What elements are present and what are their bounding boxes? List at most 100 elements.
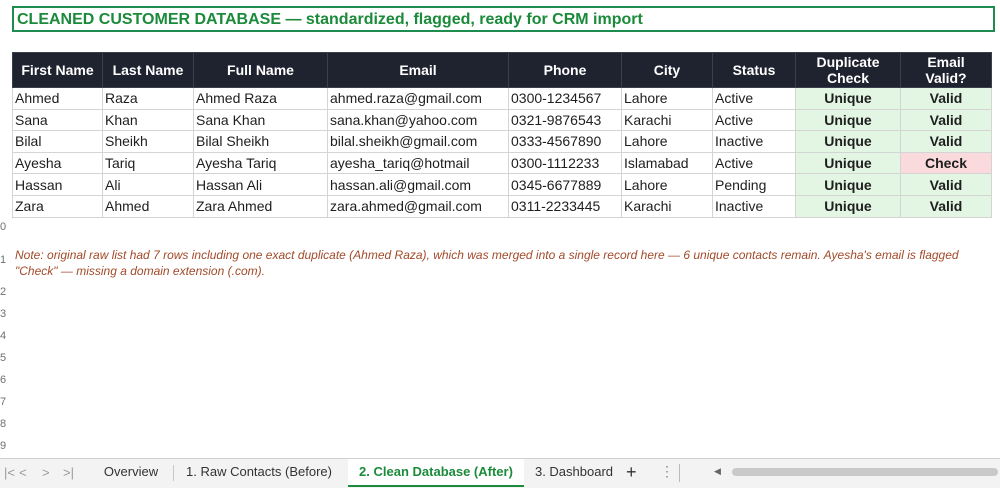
column-header-label: Full Name <box>227 62 294 78</box>
table-cell[interactable]: ayesha_tariq@hotmail <box>327 151 509 175</box>
table-cell[interactable]: Sheikh <box>102 130 194 153</box>
column-header[interactable]: Email Valid? <box>900 52 992 88</box>
column-header[interactable]: Phone <box>508 52 622 88</box>
tab-raw-contacts[interactable]: 1. Raw Contacts (Before) <box>178 459 340 487</box>
table-cell[interactable]: Valid <box>900 173 992 196</box>
column-header-label-line2: Check <box>826 70 870 86</box>
table-cell[interactable]: Khan <box>102 108 194 132</box>
table-cell[interactable]: 0333-4567890 <box>508 130 622 153</box>
title-cell[interactable]: CLEANED CUSTOMER DATABASE — standardized… <box>12 6 995 32</box>
row-number[interactable]: 4 <box>0 330 11 342</box>
table-cell[interactable]: 0300-1112233 <box>508 151 622 175</box>
tab-scroll-dots-icon: ⋮ <box>660 463 674 479</box>
table-cell[interactable]: Unique <box>795 194 901 218</box>
sheet-title: CLEANED CUSTOMER DATABASE — standardized… <box>17 11 643 28</box>
row-number[interactable]: 6 <box>0 374 11 386</box>
table-cell[interactable]: 0321-9876543 <box>508 108 622 132</box>
spreadsheet-area[interactable]: 0 1 2 3 4 5 6 7 8 9 CLEANED CUSTOMER DATABASE — s… <box>0 0 1000 458</box>
table-cell[interactable]: Check <box>900 151 992 175</box>
table-cell[interactable]: Inactive <box>712 130 796 153</box>
row-number[interactable]: 5 <box>0 352 11 364</box>
table-cell[interactable]: Ali <box>102 173 194 196</box>
table-cell[interactable]: Unique <box>795 108 901 132</box>
tab-splitter[interactable] <box>679 464 680 482</box>
row-number[interactable]: 2 <box>0 286 11 298</box>
column-header[interactable]: Status <box>712 52 796 88</box>
table-cell[interactable]: Active <box>712 87 796 110</box>
table-cell[interactable]: Zara <box>12 194 103 218</box>
data-cleaning-note: Note: original raw list had 7 rows inclu… <box>15 248 959 278</box>
column-header-label: First Name <box>21 62 94 78</box>
table-cell[interactable]: 0300-1234567 <box>508 87 622 110</box>
column-header[interactable]: City <box>621 52 713 88</box>
table-cell[interactable]: Raza <box>102 87 194 110</box>
first-sheet-button[interactable]: |< <box>4 465 15 481</box>
row-number[interactable]: 0 <box>0 221 11 233</box>
table-cell[interactable]: Bilal <box>12 130 103 153</box>
table-cell[interactable]: Unique <box>795 130 901 153</box>
column-header-label: City <box>653 62 681 78</box>
row-number[interactable]: 1 <box>0 254 11 266</box>
table-cell[interactable]: Pending <box>712 173 796 196</box>
last-sheet-button[interactable]: >| <box>63 465 74 481</box>
next-sheet-button[interactable]: > <box>42 465 50 481</box>
column-header[interactable]: First Name <box>12 52 103 88</box>
table-cell[interactable]: Hassan <box>12 173 103 196</box>
column-header[interactable]: Duplicate Check <box>795 52 901 88</box>
table-cell[interactable]: Unique <box>795 87 901 110</box>
table-cell[interactable]: bilal.sheikh@gmail.com <box>327 130 509 153</box>
table-cell[interactable]: Lahore <box>621 173 713 196</box>
table-cell[interactable]: Unique <box>795 173 901 196</box>
tab-overview[interactable]: Overview <box>90 459 172 487</box>
table-cell[interactable]: Valid <box>900 87 992 110</box>
horizontal-scrollbar[interactable] <box>732 468 998 476</box>
table-cell[interactable]: ahmed.raza@gmail.com <box>327 87 509 110</box>
table-cell[interactable]: Lahore <box>621 87 713 110</box>
table-cell[interactable]: Valid <box>900 194 992 218</box>
column-header[interactable]: Full Name <box>193 52 328 88</box>
table-cell[interactable]: Ayesha <box>12 151 103 175</box>
prev-sheet-button[interactable]: < <box>19 465 27 481</box>
table-cell[interactable]: Active <box>712 151 796 175</box>
table-cell[interactable]: Karachi <box>621 108 713 132</box>
table-row: Bilal Sheikh Bilal Sheikh bilal.sheikh@gmai… <box>12 130 992 153</box>
table-cell[interactable]: Sana Khan <box>193 108 328 132</box>
table-cell[interactable]: Ahmed <box>102 194 194 218</box>
tab-dashboard[interactable]: 3. Dashboard <box>526 459 622 487</box>
table-cell[interactable]: Unique <box>795 151 901 175</box>
row-number[interactable]: 9 <box>0 440 11 452</box>
table-cell[interactable]: Active <box>712 108 796 132</box>
column-header[interactable]: Last Name <box>102 52 194 88</box>
row-number[interactable]: 7 <box>0 396 11 408</box>
table-cell[interactable]: Valid <box>900 108 992 132</box>
table-cell[interactable]: Karachi <box>621 194 713 218</box>
row-number[interactable]: 8 <box>0 418 11 430</box>
customer-table: First Name Last Name Full Name Email Phone Ci… <box>12 52 992 218</box>
tab-separator <box>173 465 174 481</box>
table-cell[interactable]: Bilal Sheikh <box>193 130 328 153</box>
column-header-label: Phone <box>543 62 587 78</box>
table-row: Sana Khan Sana Khan sana.khan@yahoo.com 0321… <box>12 108 992 132</box>
add-sheet-button[interactable]: + <box>626 461 637 483</box>
row-number[interactable]: 3 <box>0 308 11 320</box>
table-cell[interactable]: zara.ahmed@gmail.com <box>327 194 509 218</box>
table-cell[interactable]: Ahmed Raza <box>193 87 328 110</box>
table-cell[interactable]: Sana <box>12 108 103 132</box>
table-cell[interactable]: Ahmed <box>12 87 103 110</box>
column-header[interactable]: Email <box>327 52 509 88</box>
table-cell[interactable]: Tariq <box>102 151 194 175</box>
table-cell[interactable]: 0345-6677889 <box>508 173 622 196</box>
table-cell[interactable]: Valid <box>900 130 992 153</box>
table-cell[interactable]: Zara Ahmed <box>193 194 328 218</box>
table-cell[interactable]: hassan.ali@gmail.com <box>327 173 509 196</box>
table-cell[interactable]: 0311-2233445 <box>508 194 622 218</box>
table-cell[interactable]: Inactive <box>712 194 796 218</box>
table-cell[interactable]: Islamabad <box>621 151 713 175</box>
header-row: First Name Last Name Full Name Email Phone Ci… <box>12 52 992 88</box>
scroll-left-icon[interactable]: ◀ <box>714 466 721 477</box>
table-cell[interactable]: Hassan Ali <box>193 173 328 196</box>
tab-clean-database[interactable]: 2. Clean Database (After) <box>348 459 524 487</box>
table-cell[interactable]: Ayesha Tariq <box>193 151 328 175</box>
table-cell[interactable]: Lahore <box>621 130 713 153</box>
table-cell[interactable]: sana.khan@yahoo.com <box>327 108 509 132</box>
